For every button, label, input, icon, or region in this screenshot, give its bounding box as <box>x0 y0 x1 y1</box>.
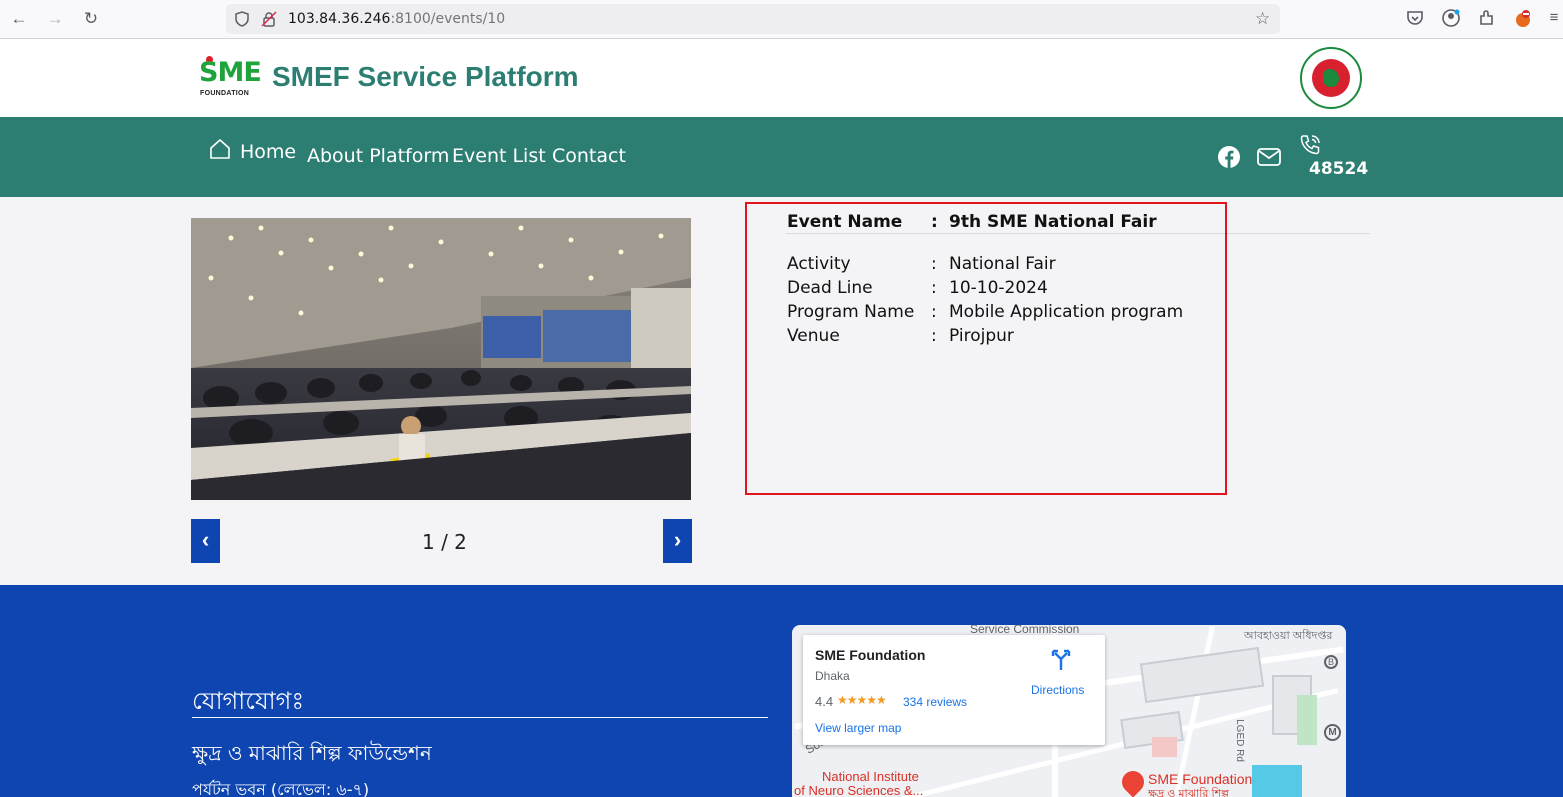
nav-home[interactable]: Home <box>240 141 296 163</box>
slide-counter: 1 / 2 <box>422 530 467 554</box>
bookmark-star-icon[interactable]: ☆ <box>1255 9 1270 29</box>
insecure-lock-icon[interactable] <box>261 11 277 27</box>
home-icon[interactable] <box>208 137 232 161</box>
menu-icon[interactable]: ≡ <box>1547 8 1561 28</box>
map-marker-b: B <box>1324 655 1338 669</box>
browser-toolbar: ← → ↻ 103.84.36.246:8100/events/10 ☆ ≡ <box>0 0 1563 39</box>
extensions-icon[interactable] <box>1477 8 1497 28</box>
slider-next-button[interactable]: › <box>663 519 692 563</box>
email-icon[interactable] <box>1257 148 1281 166</box>
forward-icon[interactable]: → <box>45 9 65 29</box>
nav-about-platform[interactable]: About Platform <box>307 145 449 167</box>
nav-event-list[interactable]: Event List <box>452 145 546 167</box>
event-photo <box>191 218 691 500</box>
map-directions-link[interactable]: Directions <box>1031 683 1084 697</box>
reload-icon[interactable]: ↻ <box>81 9 101 29</box>
activity-label: Activity <box>787 254 851 274</box>
event-details-highlight <box>745 202 1227 495</box>
shield-icon[interactable] <box>234 11 250 27</box>
activity-colon: : <box>931 254 937 274</box>
program-name-value: Mobile Application program <box>949 302 1184 322</box>
event-name-value: 9th SME National Fair <box>949 212 1157 232</box>
map-place-card: SME Foundation Dhaka 4.4 ★★★★★ 334 revie… <box>803 635 1105 745</box>
contact-divider <box>192 717 768 718</box>
activity-value: National Fair <box>949 254 1056 274</box>
pocket-icon[interactable] <box>1405 8 1425 28</box>
embedded-map[interactable]: Service Commission আবহাওয়া অধিদপ্তর LGE… <box>792 625 1346 797</box>
extension-fox-icon[interactable] <box>1513 8 1533 28</box>
url-bar[interactable]: 103.84.36.246:8100/events/10 ☆ <box>226 4 1280 34</box>
organization-address: পর্যটন ভবন (লেভেল: ৬-৭) <box>192 780 370 797</box>
logo-text: SME <box>199 57 262 88</box>
site-header: SME FOUNDATION SMEF Service Platform <box>0 39 1563 117</box>
directions-icon[interactable] <box>1051 649 1071 671</box>
government-seal-icon <box>1300 47 1362 109</box>
program-name-colon: : <box>931 302 937 322</box>
program-name-label: Program Name <box>787 302 915 322</box>
map-rating-stars-icon: ★★★★★ <box>837 693 887 707</box>
venue-label: Venue <box>787 326 840 346</box>
venue-value: Pirojpur <box>949 326 1014 346</box>
map-label-top-bn: আবহাওয়া অধিদপ্তর <box>1244 630 1333 642</box>
event-name-colon: : <box>931 212 938 232</box>
deadline-value: 10-10-2024 <box>949 278 1048 298</box>
sme-foundation-logo[interactable]: SME FOUNDATION <box>199 56 262 99</box>
map-label-neuro-2: of Neuro Sciences &... <box>794 783 924 797</box>
venue-colon: : <box>931 326 937 346</box>
phone-icon[interactable] <box>1298 133 1322 157</box>
map-label-pin-bn: ক্ষুদ্র ও মাঝারি শিল্প <box>1148 788 1230 797</box>
hotline-number[interactable]: 48524 <box>1309 159 1368 179</box>
map-place-city: Dhaka <box>815 669 850 683</box>
slider-prev-button[interactable]: ‹ <box>191 519 220 563</box>
organization-name: ক্ষুদ্র ও মাঝারি শিল্প ফাউন্ডেশন <box>192 741 432 765</box>
facebook-icon[interactable] <box>1218 146 1240 168</box>
map-view-larger-link[interactable]: View larger map <box>815 721 901 735</box>
metro-station-icon: M <box>1324 724 1341 741</box>
map-label-road: LGED Rd <box>1233 719 1245 762</box>
map-location-pin-icon[interactable] <box>1117 766 1149 797</box>
nav-contact[interactable]: Contact <box>552 145 626 167</box>
deadline-label: Dead Line <box>787 278 873 298</box>
site-title[interactable]: SMEF Service Platform <box>272 61 579 93</box>
event-name-label: Event Name <box>787 212 903 232</box>
back-icon[interactable]: ← <box>9 9 29 29</box>
main-navbar: Home About Platform Event List Contact 4… <box>0 117 1563 197</box>
url-text: 103.84.36.246:8100/events/10 <box>288 11 506 27</box>
map-place-name: SME Foundation <box>815 647 926 663</box>
map-label-neuro-1: National Institute <box>822 769 919 784</box>
deadline-colon: : <box>931 278 937 298</box>
map-reviews-link[interactable]: 334 reviews <box>903 695 967 709</box>
map-rating: 4.4 <box>815 694 834 709</box>
logo-subtext: FOUNDATION <box>200 90 250 97</box>
account-icon[interactable] <box>1441 8 1461 28</box>
